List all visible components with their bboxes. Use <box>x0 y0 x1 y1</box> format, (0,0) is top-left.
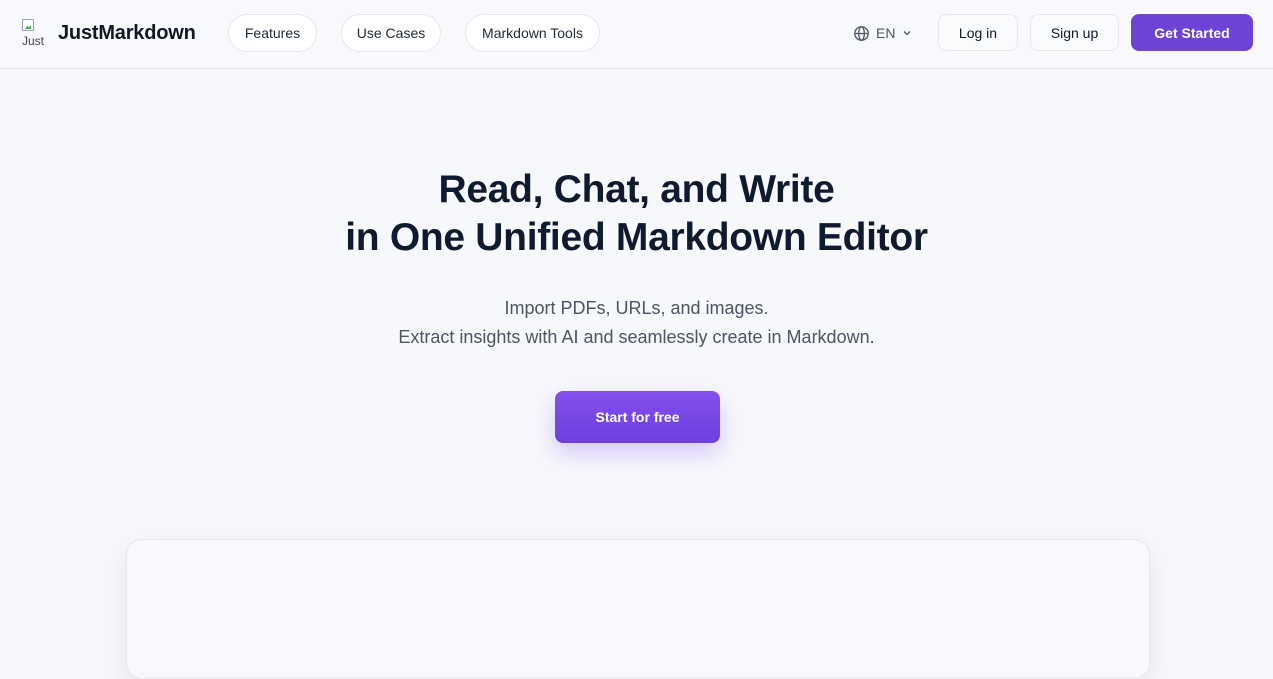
logo-image: Just <box>22 19 50 47</box>
hero-subtitle-line-1: Import PDFs, URLs, and images. <box>504 298 769 318</box>
globe-icon <box>854 25 869 41</box>
broken-image-icon <box>22 19 34 31</box>
get-started-button[interactable]: Get Started <box>1131 14 1253 51</box>
editor-preview-card <box>126 539 1150 679</box>
signup-button[interactable]: Sign up <box>1030 14 1119 51</box>
brand-logo-link[interactable]: Just JustMarkdown <box>22 19 196 47</box>
nav-use-cases[interactable]: Use Cases <box>341 14 441 52</box>
hero-subtitle: Import PDFs, URLs, and images. Extract i… <box>0 294 1273 352</box>
nav-markdown-tools[interactable]: Markdown Tools <box>465 14 600 52</box>
language-selector[interactable]: EN <box>853 22 913 44</box>
start-for-free-button[interactable]: Start for free <box>555 391 720 443</box>
hero-title-line-1: Read, Chat, and Write <box>438 168 835 211</box>
site-header: Just JustMarkdown Features Use Cases Mar… <box>0 0 1273 69</box>
hero-title-line-2: in One Unified Markdown Editor <box>345 216 928 259</box>
brand-name: JustMarkdown <box>58 21 196 44</box>
nav-features[interactable]: Features <box>228 14 317 52</box>
logo-alt-text: Just <box>22 34 45 47</box>
language-label: EN <box>876 25 896 41</box>
chevron-down-icon <box>904 31 911 36</box>
hero-title: Read, Chat, and Write in One Unified Mar… <box>0 166 1273 262</box>
login-button[interactable]: Log in <box>938 14 1018 51</box>
hero-subtitle-line-2: Extract insights with AI and seamlessly … <box>398 327 875 347</box>
